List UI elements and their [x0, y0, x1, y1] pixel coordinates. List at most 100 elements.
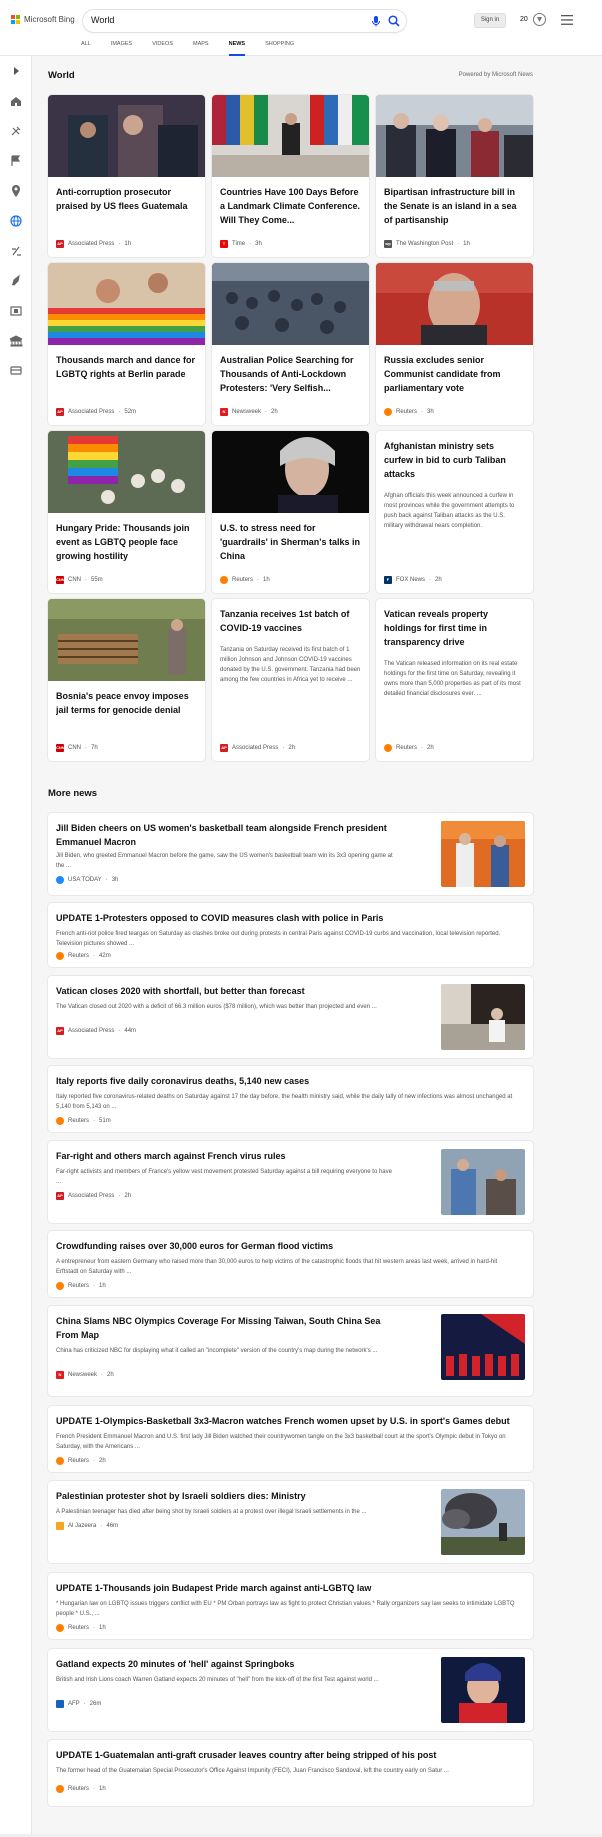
row-description: A Palestinian teenager has died after be…: [56, 1509, 367, 1515]
tab-images[interactable]: IMAGES: [111, 35, 132, 56]
source-name: The Washington Post: [396, 241, 454, 247]
search-box[interactable]: World: [83, 10, 406, 32]
news-row[interactable]: Jill Biden cheers on US women's basketba…: [48, 813, 533, 895]
row-title: China Slams NBC Olympics Coverage For Mi…: [56, 1316, 381, 1340]
source-name: FOX News: [396, 577, 426, 583]
card-image: [48, 599, 205, 681]
source-logo-icon: [56, 1117, 64, 1125]
source-logo-icon: AP: [56, 240, 64, 248]
tab-shopping[interactable]: SHOPPING: [265, 35, 294, 56]
source-name: CNN: [68, 577, 81, 583]
source-logo-icon: AP: [56, 1027, 64, 1035]
time-ago: 2h: [435, 577, 442, 583]
card-image: [48, 431, 205, 513]
news-row[interactable]: Palestinian protester shot by Israeli so…: [48, 1481, 533, 1563]
row-description: Far-right activists and members of Franc…: [56, 1169, 392, 1185]
news-row[interactable]: Gatland expects 20 minutes of 'hell' aga…: [48, 1649, 533, 1731]
tab-maps[interactable]: MAPS: [193, 35, 209, 56]
time-ago: 42m: [99, 953, 111, 959]
row-source: Al Jazeera · 46m: [56, 1522, 118, 1530]
news-row[interactable]: Vatican closes 2020 with shortfall, but …: [48, 976, 533, 1058]
globe-icon[interactable]: [8, 213, 24, 229]
news-row[interactable]: UPDATE 1-Thousands join Budapest Pride m…: [48, 1573, 533, 1639]
tab-all[interactable]: ALL: [81, 35, 91, 56]
source-logo-icon: [56, 1282, 64, 1290]
card-title: Tanzania receives 1st batch of COVID-19 …: [220, 609, 350, 633]
source-name: Newsweek: [232, 409, 262, 415]
row-title: UPDATE 1-Guatemalan anti-graft crusader …: [56, 1750, 437, 1760]
rocket-icon[interactable]: [8, 273, 24, 289]
location-icon[interactable]: [8, 183, 24, 199]
powered-by[interactable]: Powered by Microsoft News: [459, 72, 533, 78]
row-image: [441, 984, 525, 1050]
rewards-count[interactable]: 20: [520, 16, 528, 23]
news-card[interactable]: Russia excludes senior Communist candida…: [376, 263, 533, 425]
time-ago: 2h: [288, 745, 296, 751]
row-title: UPDATE 1-Protesters opposed to COVID mea…: [56, 913, 384, 923]
card-title: Vatican reveals property holdings for fi…: [384, 609, 489, 647]
news-card[interactable]: Afghanistan ministry sets curfew in bid …: [376, 431, 533, 593]
rewards-medal-icon[interactable]: [532, 12, 547, 27]
science-icon[interactable]: [8, 243, 24, 259]
news-row[interactable]: UPDATE 1-Guatemalan anti-graft crusader …: [48, 1740, 533, 1806]
row-source: AP Associated Press · 2h: [56, 1192, 132, 1200]
news-row[interactable]: UPDATE 1-Olympics-Basketball 3x3-Macron …: [48, 1406, 533, 1472]
bank-icon[interactable]: [8, 333, 24, 349]
news-card[interactable]: Anti-corruption prosecutor praised by US…: [48, 95, 205, 257]
card-source: T Time · 3h: [220, 240, 262, 248]
news-card[interactable]: Tanzania receives 1st batch of COVID-19 …: [212, 599, 369, 761]
source-name: CNN: [68, 745, 81, 751]
news-row[interactable]: Crowdfunding raises over 30,000 euros fo…: [48, 1231, 533, 1297]
news-card[interactable]: Thousands march and dance for LGBTQ righ…: [48, 263, 205, 425]
source-name: Associated Press: [232, 745, 279, 751]
row-description: The Vatican closed out 2020 with a defic…: [56, 1004, 377, 1010]
source-name: Associated Press: [68, 409, 115, 415]
time-ago: 1h: [99, 1283, 106, 1289]
news-card[interactable]: Bipartisan infrastructure bill in the Se…: [376, 95, 533, 257]
row-description: Italy reported five coronavirus-related …: [56, 1094, 513, 1110]
source-logo-icon: F: [384, 576, 392, 584]
chevron-right-icon[interactable]: [8, 63, 24, 79]
source-name: Al Jazeera: [68, 1523, 97, 1529]
card-source: AP Associated Press · 2h: [220, 744, 296, 752]
tools-icon[interactable]: [8, 123, 24, 139]
source-name: Reuters: [68, 1118, 90, 1124]
card-title: Australian Police Searching for Thousand…: [220, 355, 354, 393]
tab-news[interactable]: NEWS: [228, 35, 245, 56]
sign-in-button[interactable]: Sign in: [474, 13, 506, 28]
time-ago: 55m: [91, 577, 103, 583]
news-card[interactable]: Australian Police Searching for Thousand…: [212, 263, 369, 425]
card-source: AP Associated Press · 1h: [56, 240, 132, 248]
news-row[interactable]: UPDATE 1-Protesters opposed to COVID mea…: [48, 903, 533, 967]
news-card[interactable]: Countries Have 100 Days Before a Landmar…: [212, 95, 369, 257]
flag-icon[interactable]: [8, 153, 24, 169]
time-ago: 46m: [106, 1523, 119, 1529]
bing-logo[interactable]: Microsoft Bing: [11, 15, 75, 24]
news-row[interactable]: Italy reports five daily coronavirus dea…: [48, 1066, 533, 1132]
source-logo-icon: T: [220, 240, 228, 248]
source-name: Newsweek: [68, 1372, 98, 1378]
news-row[interactable]: China Slams NBC Olympics Coverage For Mi…: [48, 1306, 533, 1396]
row-title: Far-right and others march against Frenc…: [56, 1151, 286, 1161]
search-icon[interactable]: [387, 14, 401, 28]
time-ago: 26m: [89, 1701, 102, 1707]
time-ago: 3h: [255, 241, 262, 247]
news-card[interactable]: Hungary Pride: Thousands join event as L…: [48, 431, 205, 593]
row-image: [441, 1657, 525, 1723]
card-icon[interactable]: [8, 363, 24, 379]
menu-icon[interactable]: [561, 15, 573, 25]
news-card[interactable]: U.S. to stress need for 'guardrails' in …: [212, 431, 369, 593]
home-icon[interactable]: [8, 93, 24, 109]
microphone-icon[interactable]: [369, 14, 383, 28]
film-icon[interactable]: [8, 303, 24, 319]
card-description: Tanzania on Saturday received its first …: [220, 647, 361, 683]
source-name: Reuters: [68, 1625, 90, 1631]
card-source: wp The Washington Post · 1h: [384, 240, 470, 248]
news-card[interactable]: Vatican reveals property holdings for fi…: [376, 599, 533, 761]
card-image: [376, 263, 533, 345]
tab-videos[interactable]: VIDEOS: [152, 35, 173, 56]
news-card[interactable]: Bosnia's peace envoy imposes jail terms …: [48, 599, 205, 761]
source-logo-icon: AP: [56, 408, 64, 416]
news-row[interactable]: Far-right and others march against Frenc…: [48, 1141, 533, 1223]
search-input[interactable]: World: [91, 15, 114, 25]
